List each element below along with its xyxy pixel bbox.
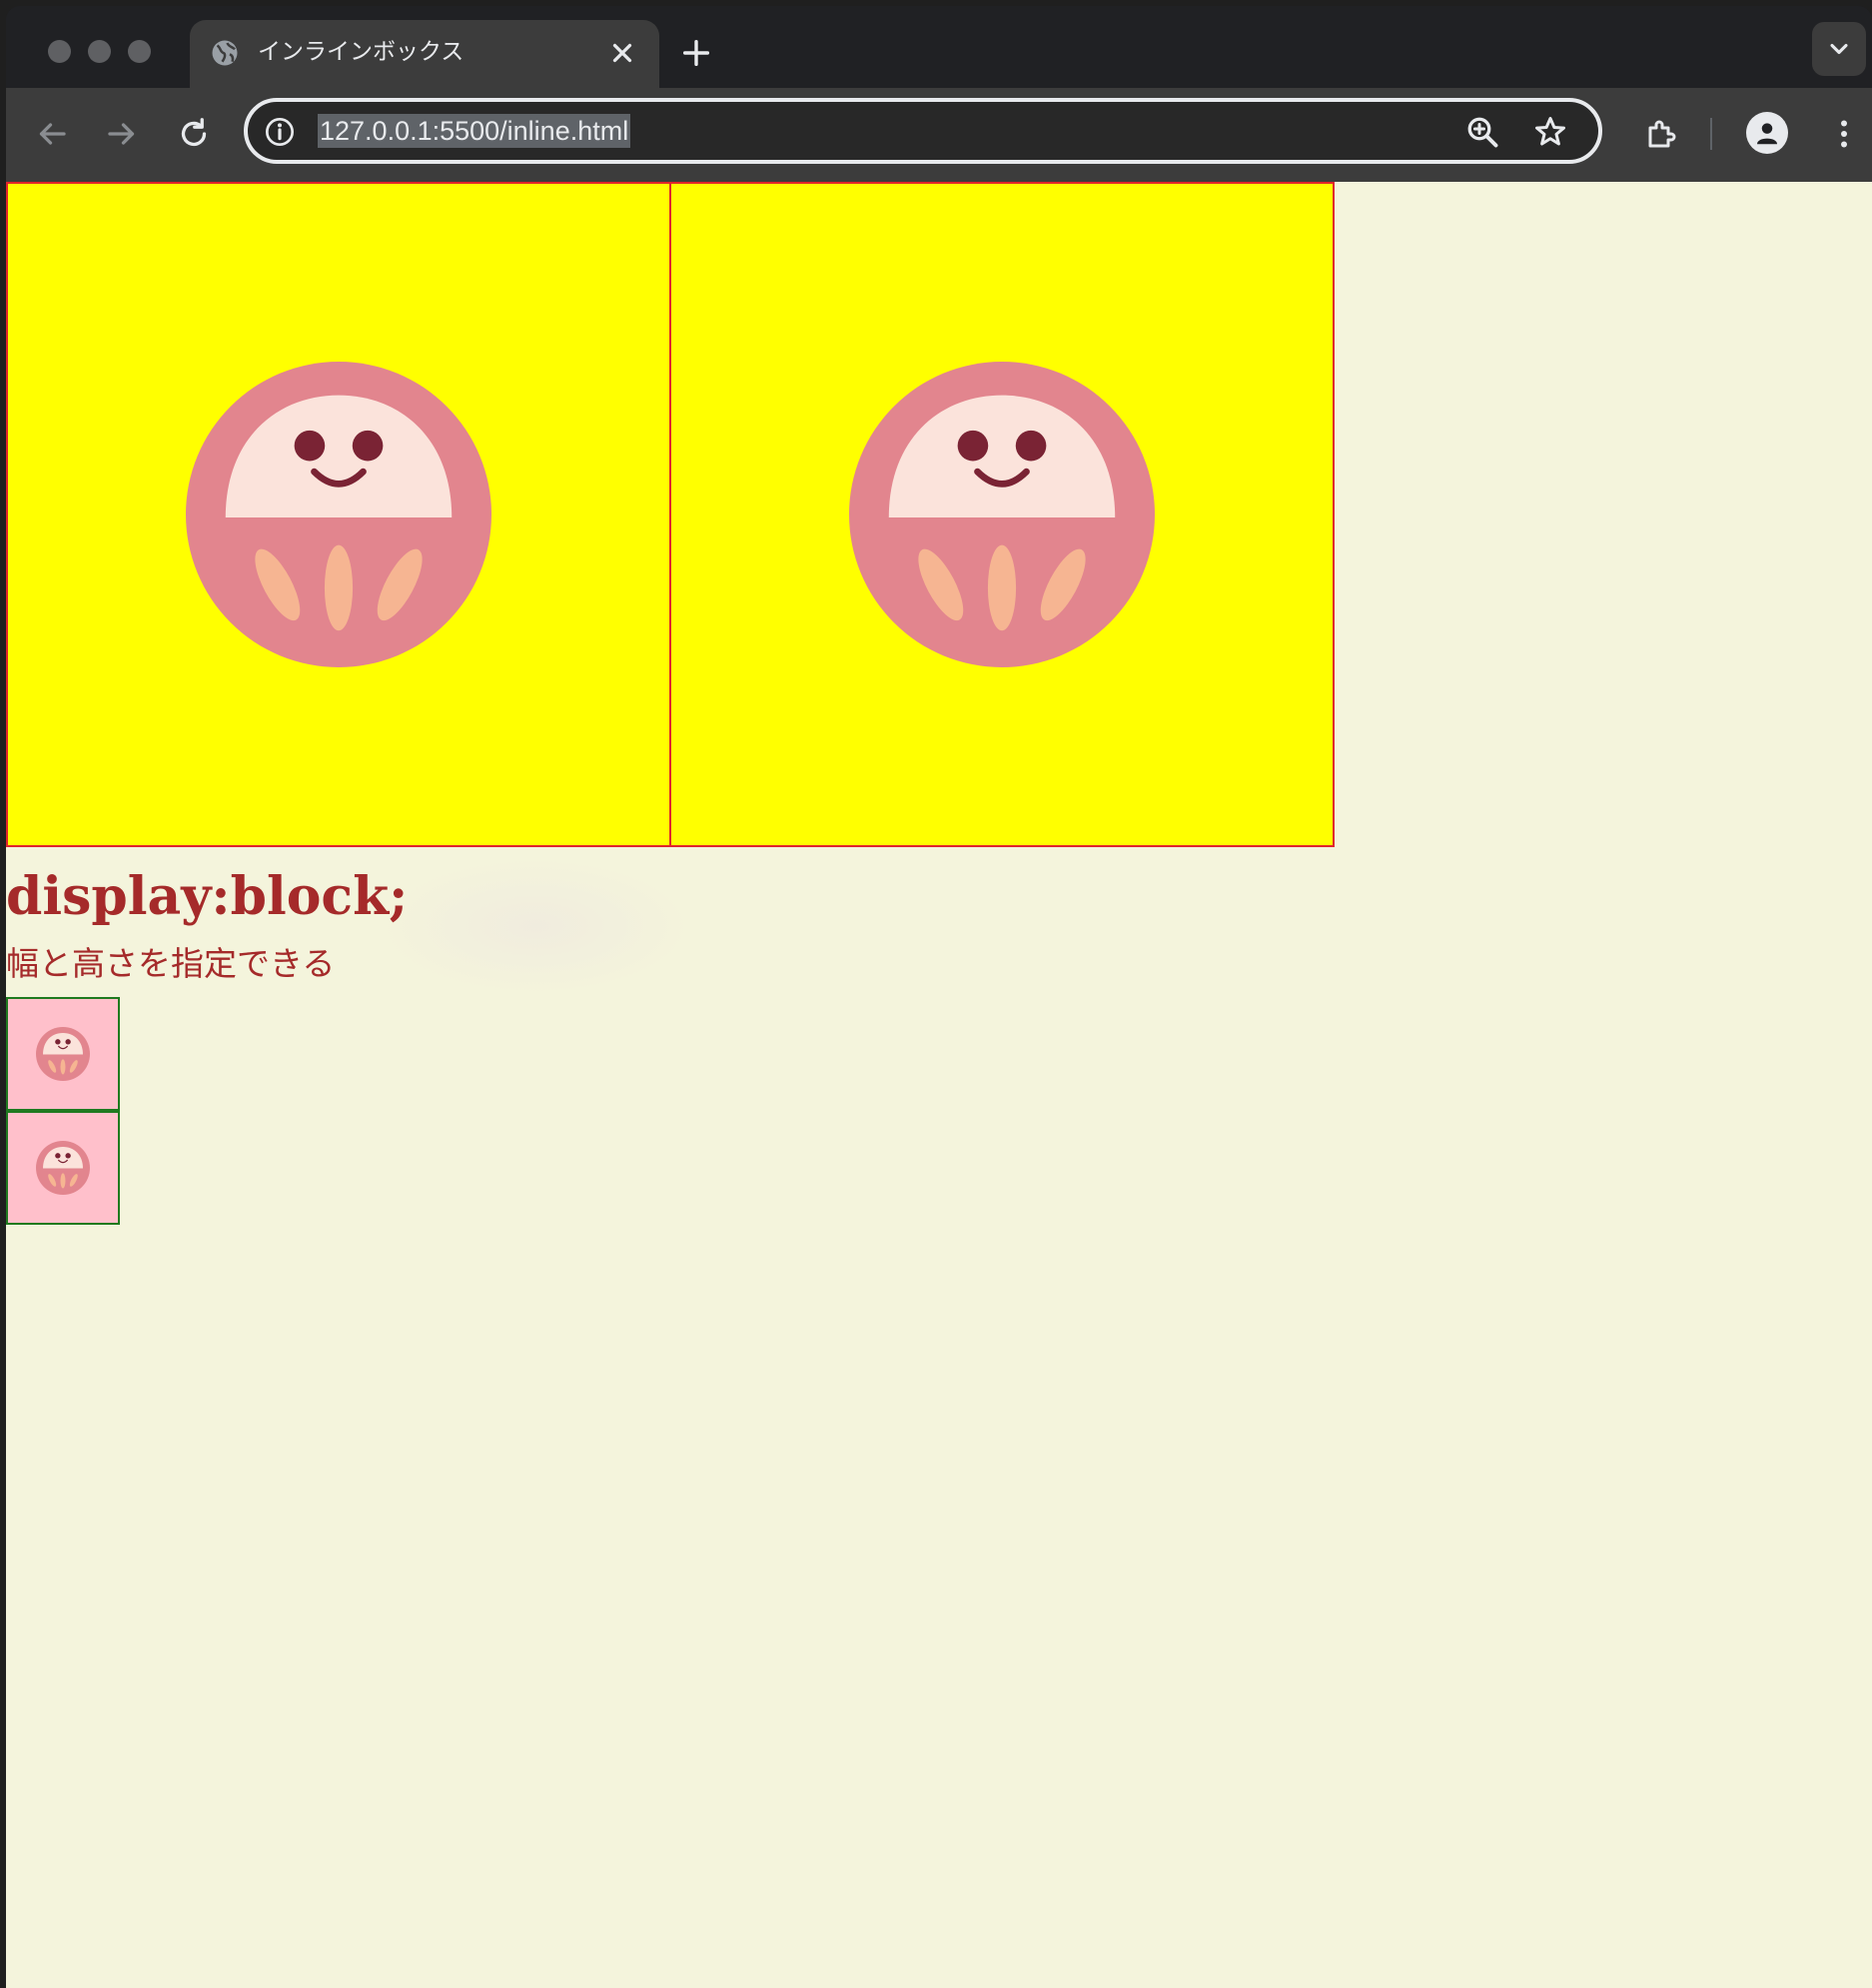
site-info-icon[interactable] [264,116,296,148]
small-image-box [6,997,120,1111]
close-icon[interactable] [607,38,637,68]
page-subtext: 幅と高さを指定できる [6,944,336,983]
profile-avatar[interactable] [1746,112,1788,154]
large-image-box [669,182,1335,847]
maximize-window-button[interactable] [128,40,151,63]
forward-arrow-icon[interactable] [104,116,140,152]
tab-search-button[interactable] [1812,22,1866,76]
page-heading: display:block; [6,866,409,927]
minimize-window-button[interactable] [88,40,111,63]
new-tab-plus-icon[interactable] [679,36,713,70]
toolbar-separator [1710,118,1712,150]
back-arrow-icon[interactable] [34,116,70,152]
person-icon [1757,123,1777,145]
reload-icon[interactable] [176,116,212,152]
url-text[interactable]: 127.0.0.1:5500/inline.html [318,114,631,148]
browser-window: インラインボックス 127.0.0.1:5500/inline.html dis… [6,6,1872,1988]
daruma-image [186,362,491,667]
page-content: display:block; 幅と高さを指定できる [6,182,1872,1988]
daruma-image [849,362,1155,667]
small-image-box [6,1111,120,1225]
extensions-puzzle-icon[interactable] [1644,116,1680,152]
blurred-overlay [376,856,695,996]
tab-title: インラインボックス [258,39,465,65]
chevron-down-icon [1830,43,1848,55]
globe-icon [212,40,238,66]
large-image-box [6,182,671,847]
bookmark-star-icon[interactable] [1532,114,1568,150]
address-bar[interactable]: 127.0.0.1:5500/inline.html [244,98,1602,164]
tab-active[interactable]: インラインボックス [190,20,659,90]
daruma-image [36,1141,90,1195]
daruma-image [36,1027,90,1081]
zoom-icon[interactable] [1464,114,1500,150]
browser-toolbar: 127.0.0.1:5500/inline.html [6,88,1872,182]
tab-bar: インラインボックス [6,6,1872,90]
close-window-button[interactable] [48,40,71,63]
more-vertical-icon[interactable] [1826,116,1862,152]
